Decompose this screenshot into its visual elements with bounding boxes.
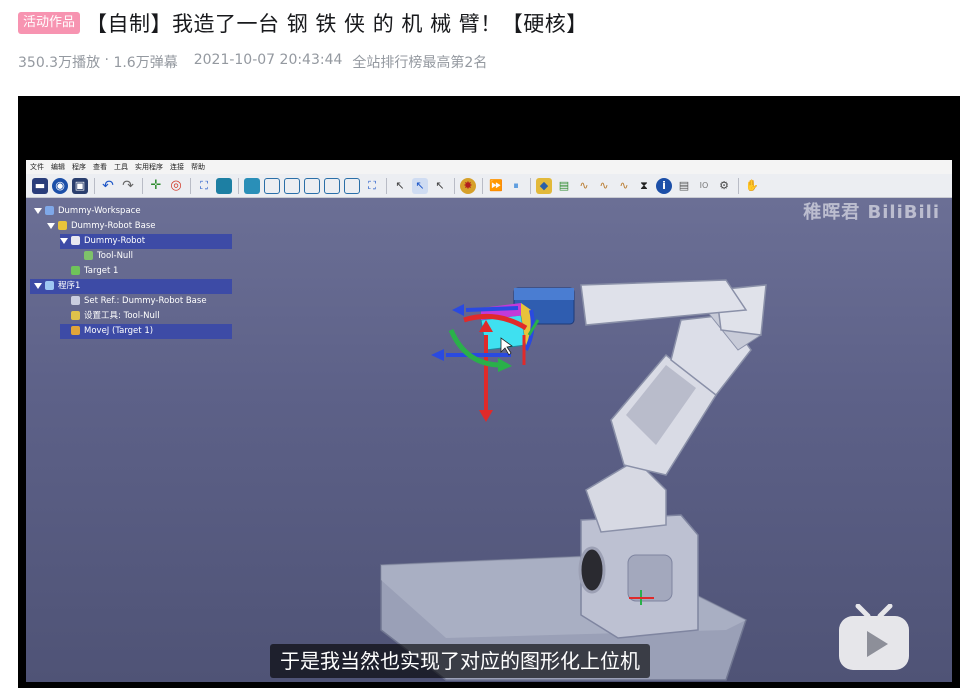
- video-frame: 文件 编辑 程序 查看 工具 实用程序 连接 帮助 ▬ ◉ ▣ ↶ ↷ ✛ ◎ ⛶ ⛶ ↖ ↖: [26, 160, 952, 682]
- play-count: 350.3万播放: [18, 55, 101, 71]
- video-title-row: 活动作品 【自制】我造了一台 钢 铁 侠 的 机 械 臂！【硬核】: [18, 6, 588, 40]
- video-meta: 350.3万播放 · 1.6万弹幕 2021-10-07 20:43:44 全站…: [18, 52, 487, 72]
- rank-link[interactable]: 全站排行榜最高第2名: [352, 52, 487, 72]
- publish-date: 2021-10-07 20:43:44: [193, 52, 343, 68]
- meta-separator: ·: [100, 52, 114, 68]
- robot-scene: [380, 279, 767, 681]
- base-motor-icon: [578, 546, 606, 594]
- video-title: 【自制】我造了一台 钢 铁 侠 的 机 械 臂！【硬核】: [86, 12, 588, 36]
- video-subtitle: 于是我当然也实现了对应的图形化上位机: [270, 644, 650, 678]
- danmaku-count: 1.6万弹幕: [113, 55, 178, 71]
- video-player[interactable]: 文件 编辑 程序 查看 工具 实用程序 连接 帮助 ▬ ◉ ▣ ↶ ↷ ✛ ◎ ⛶ ⛶ ↖ ↖: [18, 96, 960, 688]
- play-button-icon[interactable]: [836, 604, 912, 672]
- activity-badge[interactable]: 活动作品: [18, 12, 81, 34]
